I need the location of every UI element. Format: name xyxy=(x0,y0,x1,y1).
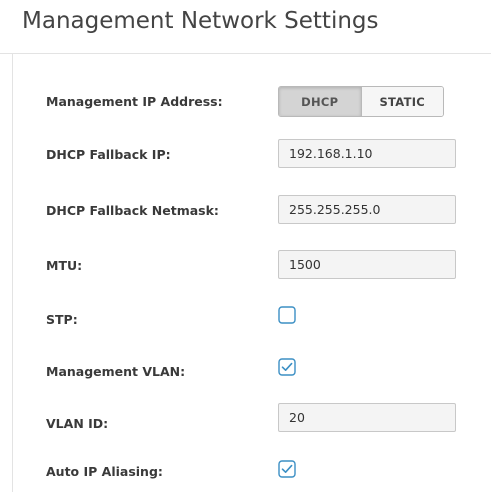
fallback-ip-input[interactable] xyxy=(278,139,456,168)
page-title: Management Network Settings xyxy=(22,8,379,34)
mgmt-ip-label: Management IP Address: xyxy=(46,94,223,109)
mgmt-vlan-checkbox[interactable] xyxy=(278,358,296,376)
static-toggle-button[interactable]: STATIC xyxy=(361,87,443,116)
fallback-netmask-label: DHCP Fallback Netmask: xyxy=(46,203,219,218)
auto-ip-aliasing-checkbox[interactable] xyxy=(278,460,296,478)
title-divider xyxy=(0,53,491,54)
stp-label: STP: xyxy=(46,312,78,327)
mgmt-vlan-label: Management VLAN: xyxy=(46,364,186,379)
mtu-input[interactable] xyxy=(278,250,456,279)
management-network-settings-panel: Management Network Settings Management I… xyxy=(0,0,491,492)
stp-checkbox[interactable] xyxy=(278,306,296,324)
mgmt-ip-mode-toggle: DHCP STATIC xyxy=(278,86,444,117)
panel-left-border xyxy=(12,54,13,492)
vlan-id-input[interactable] xyxy=(278,403,456,432)
vlan-id-label: VLAN ID: xyxy=(46,416,109,431)
fallback-netmask-input[interactable] xyxy=(278,195,456,224)
auto-ip-aliasing-label: Auto IP Aliasing: xyxy=(46,464,163,479)
dhcp-toggle-button[interactable]: DHCP xyxy=(279,87,361,116)
fallback-ip-label: DHCP Fallback IP: xyxy=(46,147,171,162)
mtu-label: MTU: xyxy=(46,258,83,273)
